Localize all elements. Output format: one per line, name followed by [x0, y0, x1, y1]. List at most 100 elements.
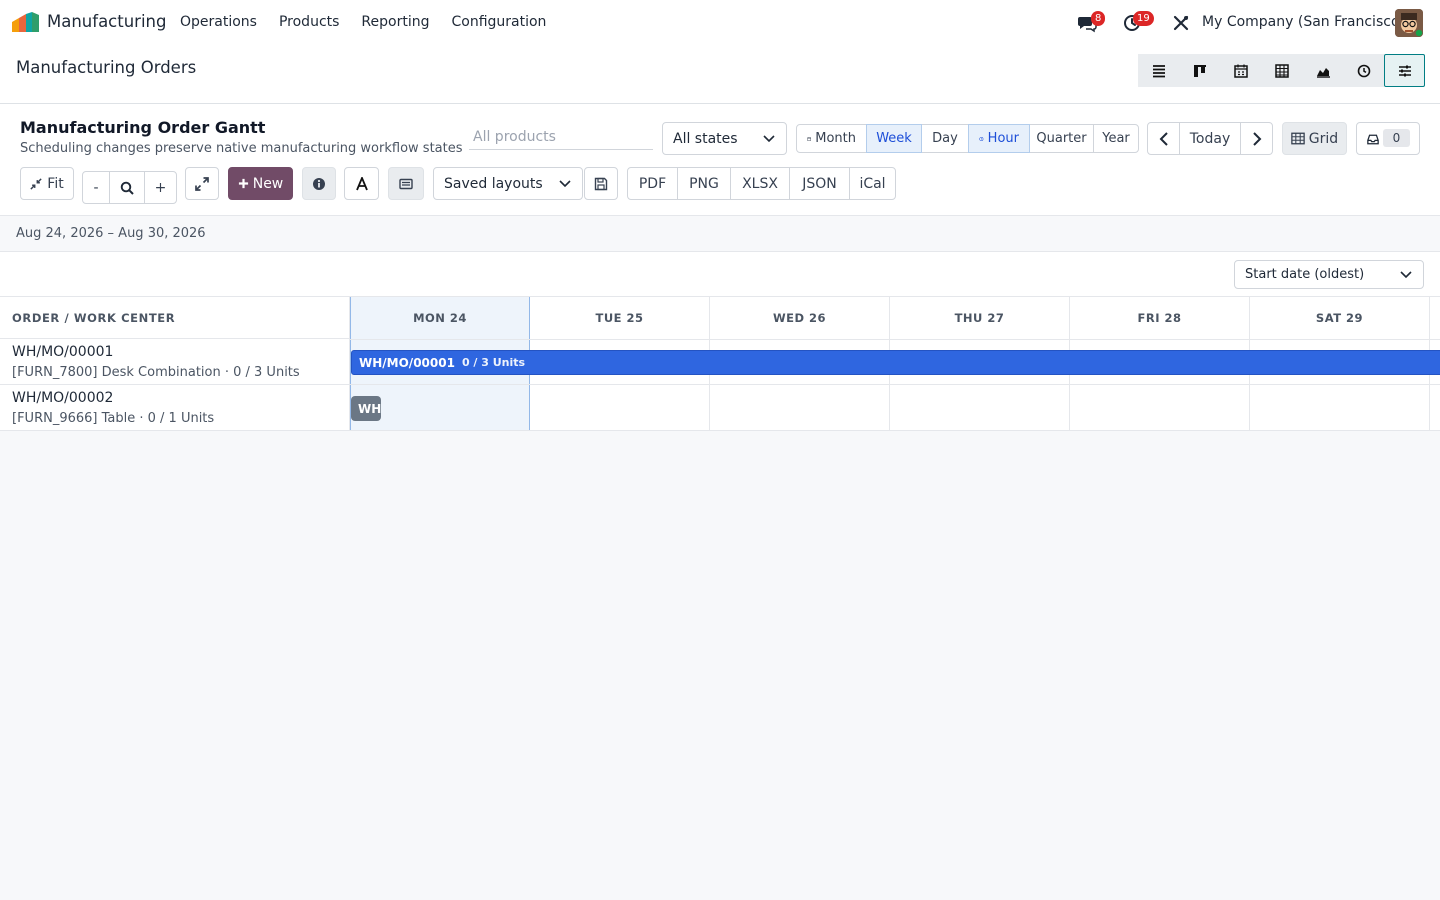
- inbox-count: 0: [1383, 129, 1410, 147]
- table-icon: [1274, 63, 1289, 78]
- scale-week-label: Week: [876, 131, 912, 146]
- scale-day-button[interactable]: Day: [921, 124, 969, 153]
- today-button[interactable]: Today: [1179, 122, 1241, 155]
- save-layout-button[interactable]: [584, 167, 618, 200]
- order-name: WH/MO/00001: [12, 344, 114, 360]
- expand-icon: [195, 176, 209, 191]
- order-name: WH/MO/00002: [12, 390, 114, 406]
- main-menu: Operations Products Reporting Configurat…: [180, 14, 568, 30]
- date-range-bar: Aug 24, 2026 – Aug 30, 2026: [0, 216, 1440, 252]
- scale-year-label: Year: [1102, 131, 1130, 146]
- scale-quarter-button[interactable]: Quarter: [1029, 124, 1094, 153]
- zoom-in-label: +: [154, 179, 167, 196]
- gantt-bar-order-2[interactable]: WH: [351, 396, 381, 421]
- day-header: WED 26: [772, 311, 827, 325]
- top-navbar: Manufacturing Operations Products Report…: [0, 0, 1440, 46]
- saved-layouts-value: Saved layouts: [444, 175, 543, 192]
- gantt-row-label[interactable]: WH/MO/00001 [FURN_7800] Desk Combination…: [0, 339, 350, 384]
- pivot-view-button[interactable]: [1261, 54, 1302, 87]
- card-icon: [399, 178, 413, 189]
- next-period-button[interactable]: [1240, 122, 1273, 155]
- activity-view-button[interactable]: [1343, 54, 1384, 87]
- scale-hour-button[interactable]: Hour: [968, 124, 1030, 153]
- breadcrumb-title: Manufacturing Orders: [16, 58, 197, 77]
- font-toggle-button[interactable]: [344, 167, 379, 200]
- left-header-label: ORDER / WORK CENTER: [12, 311, 176, 325]
- calendar-icon: [807, 136, 811, 141]
- export-png-button[interactable]: PNG: [677, 167, 731, 200]
- menu-products[interactable]: Products: [279, 14, 339, 30]
- scale-month-label: Month: [815, 131, 856, 146]
- export-ical-button[interactable]: iCal: [849, 167, 896, 200]
- fit-button[interactable]: Fit: [20, 167, 74, 200]
- grid-label: Grid: [1308, 130, 1339, 147]
- gantt-bar-order-1[interactable]: WH/MO/00001 0 / 3 Units: [351, 350, 1440, 375]
- left-column-header: ORDER / WORK CENTER: [0, 297, 350, 339]
- plus-icon: [238, 178, 248, 189]
- product-filter-input[interactable]: [469, 124, 653, 150]
- gantt-bar-label: WH/MO/00001: [359, 355, 455, 370]
- order-detail: [FURN_9666] Table · 0 / 1 Units: [12, 411, 215, 426]
- calendar-icon: [1233, 64, 1248, 78]
- app-name[interactable]: Manufacturing: [47, 12, 166, 31]
- scale-quarter-label: Quarter: [1036, 131, 1087, 146]
- scale-month-button[interactable]: Month: [796, 124, 867, 153]
- scale-day-label: Day: [932, 131, 958, 146]
- export-pdf-button[interactable]: PDF: [627, 167, 678, 200]
- gantt-row-label[interactable]: WH/MO/00002 [FURN_9666] Table · 0 / 1 Un…: [0, 385, 350, 430]
- card-view-button[interactable]: [388, 167, 424, 200]
- gantt-subtitle: Scheduling changes preserve native manuf…: [20, 141, 463, 156]
- user-avatar[interactable]: [1395, 9, 1423, 37]
- today-label: Today: [1189, 130, 1231, 147]
- chevron-down-icon: [763, 134, 775, 142]
- view-switcher: [1138, 54, 1425, 87]
- zoom-reset-button[interactable]: [109, 171, 145, 204]
- sort-bar: Start date (oldest): [0, 252, 1440, 297]
- export-pdf-label: PDF: [638, 175, 667, 192]
- tools-icon[interactable]: [1171, 13, 1191, 33]
- sliders-icon: [1398, 65, 1411, 76]
- header-divider: [350, 339, 1440, 340]
- zoom-in-button[interactable]: +: [144, 171, 177, 204]
- export-xlsx-button[interactable]: XLSX: [730, 167, 790, 200]
- gantt-bar-units: 0 / 3 Units: [461, 356, 526, 369]
- grid-toggle-button[interactable]: Grid: [1282, 122, 1347, 155]
- sort-select-value: Start date (oldest): [1245, 267, 1365, 282]
- kanban-view-button[interactable]: [1179, 54, 1220, 87]
- clock-icon: [979, 136, 984, 141]
- company-switcher[interactable]: My Company (San Francisco): [1202, 14, 1405, 30]
- export-json-button[interactable]: JSON: [789, 167, 850, 200]
- scale-week-button[interactable]: Week: [866, 124, 922, 153]
- info-button[interactable]: [302, 167, 336, 200]
- list-icon: [1152, 64, 1165, 77]
- saved-layouts-select[interactable]: Saved layouts: [433, 167, 583, 200]
- date-range-label: Aug 24, 2026 – Aug 30, 2026: [16, 226, 206, 241]
- manufacturing-app-icon[interactable]: [12, 12, 39, 32]
- graph-view-button[interactable]: [1302, 54, 1343, 87]
- menu-operations[interactable]: Operations: [180, 14, 257, 30]
- day-header: SAT 29: [1315, 311, 1364, 325]
- area-chart-icon: [1316, 67, 1330, 78]
- previous-period-button[interactable]: [1147, 122, 1180, 155]
- menu-reporting[interactable]: Reporting: [361, 14, 429, 30]
- new-order-button[interactable]: New: [228, 167, 293, 200]
- clock-icon: [1357, 64, 1370, 77]
- table-icon: [1291, 132, 1305, 145]
- inbox-icon: [1367, 134, 1379, 145]
- gantt-toolbar: Manufacturing Order Gantt Scheduling cha…: [0, 104, 1440, 216]
- state-select[interactable]: All states: [662, 122, 787, 155]
- calendar-view-button[interactable]: [1220, 54, 1261, 87]
- sort-select[interactable]: Start date (oldest): [1234, 260, 1424, 289]
- export-json-label: JSON: [802, 175, 837, 192]
- gantt-view-button[interactable]: [1384, 54, 1425, 87]
- scale-year-button[interactable]: Year: [1093, 124, 1139, 153]
- state-select-value: All states: [673, 130, 738, 147]
- floppy-disk-icon: [594, 177, 608, 190]
- gantt-bar-label: WH: [358, 401, 381, 416]
- zoom-out-button[interactable]: -: [82, 171, 110, 204]
- fullscreen-button[interactable]: [185, 167, 219, 200]
- compress-icon: [30, 177, 42, 190]
- list-view-button[interactable]: [1138, 54, 1179, 87]
- unscheduled-inbox-button[interactable]: 0: [1356, 122, 1420, 155]
- menu-configuration[interactable]: Configuration: [451, 14, 546, 30]
